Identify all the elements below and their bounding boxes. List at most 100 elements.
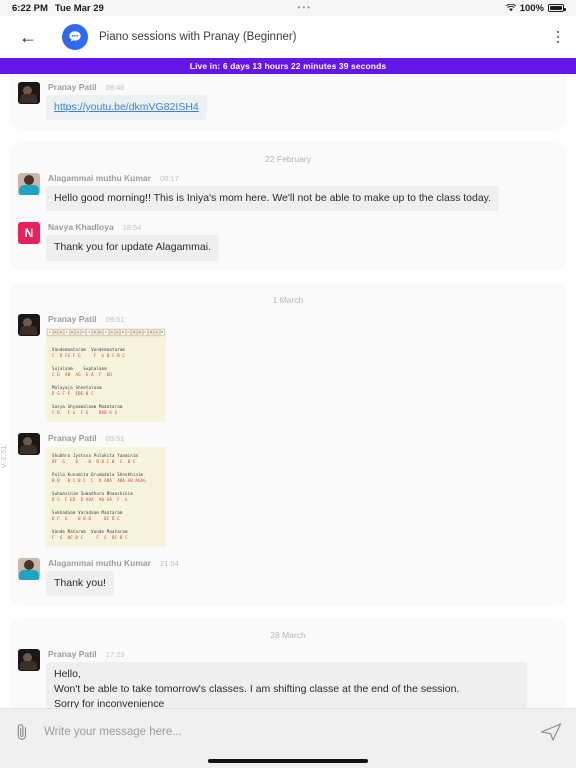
chat-scroll-area[interactable]: V-2.51 Pranay Patil 08:48 https://youtu.… <box>0 74 576 708</box>
message-time: 09:51 <box>105 433 125 443</box>
message-input[interactable] <box>44 725 526 738</box>
version-label: V-2.51 <box>1 445 8 469</box>
sender-name: Navya Khadloya <box>48 222 114 233</box>
message-item: Pranay Patil 08:48 https://youtu.be/dkmV… <box>18 81 558 121</box>
message-body: Pranay Patil 17:23 Hello, Won't be able … <box>46 648 558 708</box>
notation-lines: Shubhra Jyotsna Pulakita Yaaminim DF G B … <box>46 453 166 541</box>
sender-name: Alagammai muthu Kumar <box>48 173 151 184</box>
piano-keyboard-strip-icon: CDEFGABCDEFGABCDEFGAB <box>46 327 166 337</box>
status-date: Tue Mar 29 <box>54 2 104 14</box>
notation-notes: D G F ED D ABA AB GA F G <box>52 496 128 502</box>
notation-line: Malayaja Sheetalaam D G F F EDE B C <box>52 385 160 397</box>
notation-line: Sukhadaam Varadaam Maataram D F G B B B B… <box>52 510 160 522</box>
message-body: Pranay Patil 09:51 Shubhra Jyotsna Pulak… <box>46 432 558 547</box>
avatar: N <box>18 222 40 245</box>
notation-line: Vandemaataram Vandemaataram C D FG F G F … <box>52 347 160 359</box>
home-indicator-bar <box>208 759 368 763</box>
piano-key: B <box>159 328 166 336</box>
notation-line: Shubhra Jyotsna Pulakita Yaaminim DF G B … <box>52 453 160 465</box>
message-meta: Pranay Patil 08:48 <box>46 81 558 95</box>
message-item: Pranay Patil 09:51 CDEFGABCDEFGABCDEFGAB… <box>18 313 558 422</box>
youtube-link[interactable]: https://youtu.be/dkmVG82ISH4 <box>54 101 199 113</box>
status-time: 6:22 PM <box>12 2 48 14</box>
kebab-dot <box>556 40 560 44</box>
battery-percent: 100% <box>519 2 544 14</box>
message-item: Alagammai muthu Kumar 21:54 Thank you! <box>18 557 558 596</box>
message-item: Pranay Patil 17:23 Hello, Won't be able … <box>18 648 558 708</box>
message-bubble: Hello, Won't be able to take tomorrow's … <box>46 661 528 708</box>
message-group: 1 March Pranay Patil 09:51 CDEFGABCDEFGA… <box>10 283 566 605</box>
message-bubble: Hello good morning!! This is Iniya's mom… <box>46 186 500 212</box>
message-item: Pranay Patil 09:51 Shubhra Jyotsna Pulak… <box>18 432 558 547</box>
header-title-area: Piano sessions with Pranay (Beginner) <box>46 16 540 58</box>
app-header: ← Piano sessions with Pranay (Beginner) <box>0 16 576 58</box>
message-body: Alagammai muthu Kumar 08:17 Hello good m… <box>46 172 558 212</box>
sender-name: Alagammai muthu Kumar <box>48 557 151 568</box>
message-time: 17:23 <box>105 649 125 659</box>
message-body: Alagammai muthu Kumar 21:54 Thank you! <box>46 557 558 596</box>
kebab-dot <box>556 30 560 34</box>
avatar <box>18 313 40 336</box>
status-bar: 6:22 PM Tue Mar 29 ••• 100% <box>0 0 576 16</box>
message-group: Pranay Patil 08:48 https://youtu.be/dkmV… <box>10 74 566 130</box>
date-separator: 1 March <box>272 294 304 305</box>
send-plane-icon[interactable] <box>540 721 562 743</box>
notation-line: Vande Mataram Vande Maataram F G BC B C F… <box>52 529 160 541</box>
message-composer <box>0 708 576 754</box>
paperclip-icon[interactable] <box>14 722 30 742</box>
sender-name: Pranay Patil <box>48 313 97 324</box>
message-item: N Navya Khadloya 18:54 Thank you for upd… <box>18 221 558 261</box>
notation-lines: Vandemaataram Vandemaataram C D FG F G F … <box>46 347 166 416</box>
status-bar-left: 6:22 PM Tue Mar 29 <box>12 3 104 14</box>
message-bubble: Thank you for update Alagammai. <box>46 235 220 261</box>
message-group: 22 February Alagammai muthu Kumar 08:17 … <box>10 143 566 270</box>
notation-notes: C D F G F G DAB A G <box>52 409 118 415</box>
sender-name: Pranay Patil <box>48 432 97 443</box>
status-bar-right: 100% <box>505 2 566 14</box>
sender-name: Pranay Patil <box>48 648 97 659</box>
overflow-menu-button[interactable] <box>540 16 576 58</box>
dynamic-island-dots-icon: ••• <box>297 3 312 12</box>
message-meta: Pranay Patil 17:23 <box>46 648 558 662</box>
message-time: 09:51 <box>105 314 125 324</box>
avatar <box>18 82 40 104</box>
home-indicator <box>0 754 576 768</box>
notation-line: Pulla Kusumita Drumadala Shoobhinim B B B… <box>52 472 160 484</box>
notation-image-sheet2[interactable]: Shubhra Jyotsna Pulakita Yaaminim DF G B … <box>46 446 166 547</box>
avatar <box>18 557 40 580</box>
date-separator: 28 March <box>270 629 306 640</box>
notation-notes: D F G B B B BC B C <box>52 515 120 521</box>
message-meta: Alagammai muthu Kumar 08:17 <box>46 172 558 186</box>
notation-line: Sujalaam Suphalaam C D AB AG G A F ED <box>52 366 160 378</box>
avatar <box>18 173 40 196</box>
message-body: Navya Khadloya 18:54 Thank you for updat… <box>46 221 558 261</box>
message-group: 28 March Pranay Patil 17:23 Hello, Won't… <box>10 618 566 708</box>
battery-icon <box>548 4 566 12</box>
date-separator: 22 February <box>265 154 311 165</box>
status-bar-center: ••• <box>104 4 506 12</box>
message-time: 18:54 <box>122 223 142 233</box>
sender-name: Pranay Patil <box>48 82 97 92</box>
wifi-icon <box>505 3 516 12</box>
notation-notes: B B B C B C C D ABA ABA AB AGAG <box>52 477 146 483</box>
message-body: Pranay Patil 09:51 CDEFGABCDEFGABCDEFGAB… <box>46 313 558 422</box>
chat-bubble-icon <box>62 24 88 50</box>
live-countdown-banner: Live in: 6 days 13 hours 22 minutes 39 s… <box>0 58 576 74</box>
message-meta: Pranay Patil 09:51 <box>46 313 558 327</box>
notation-image-sheet1[interactable]: CDEFGABCDEFGABCDEFGAB Vandemaataram Vand… <box>46 327 166 422</box>
back-arrow-icon: ← <box>19 27 37 47</box>
message-meta: Navya Khadloya 18:54 <box>46 221 558 235</box>
kebab-dot <box>556 35 560 39</box>
notation-notes: F G BC B C F G BC B C <box>52 534 128 540</box>
notation-notes: DF G B B B B C B C B C <box>52 458 136 464</box>
message-bubble: https://youtu.be/dkmVG82ISH4 <box>46 95 207 121</box>
message-bubble: Thank you! <box>46 570 114 596</box>
notation-line: Sasya Shyaamalaam Maaataram C D F G F G D… <box>52 404 160 416</box>
page-title: Piano sessions with Pranay (Beginner) <box>99 31 297 43</box>
notation-line: Suhaasinim Sumadhura Bhaashinim D G F ED … <box>52 491 160 503</box>
live-countdown-text: Live in: 6 days 13 hours 22 minutes 39 s… <box>189 61 387 71</box>
message-body: Pranay Patil 08:48 https://youtu.be/dkmV… <box>46 81 558 121</box>
message-item: Alagammai muthu Kumar 08:17 Hello good m… <box>18 172 558 212</box>
notation-notes: D G F F EDE B C <box>52 390 94 396</box>
message-meta: Pranay Patil 09:51 <box>46 432 558 446</box>
